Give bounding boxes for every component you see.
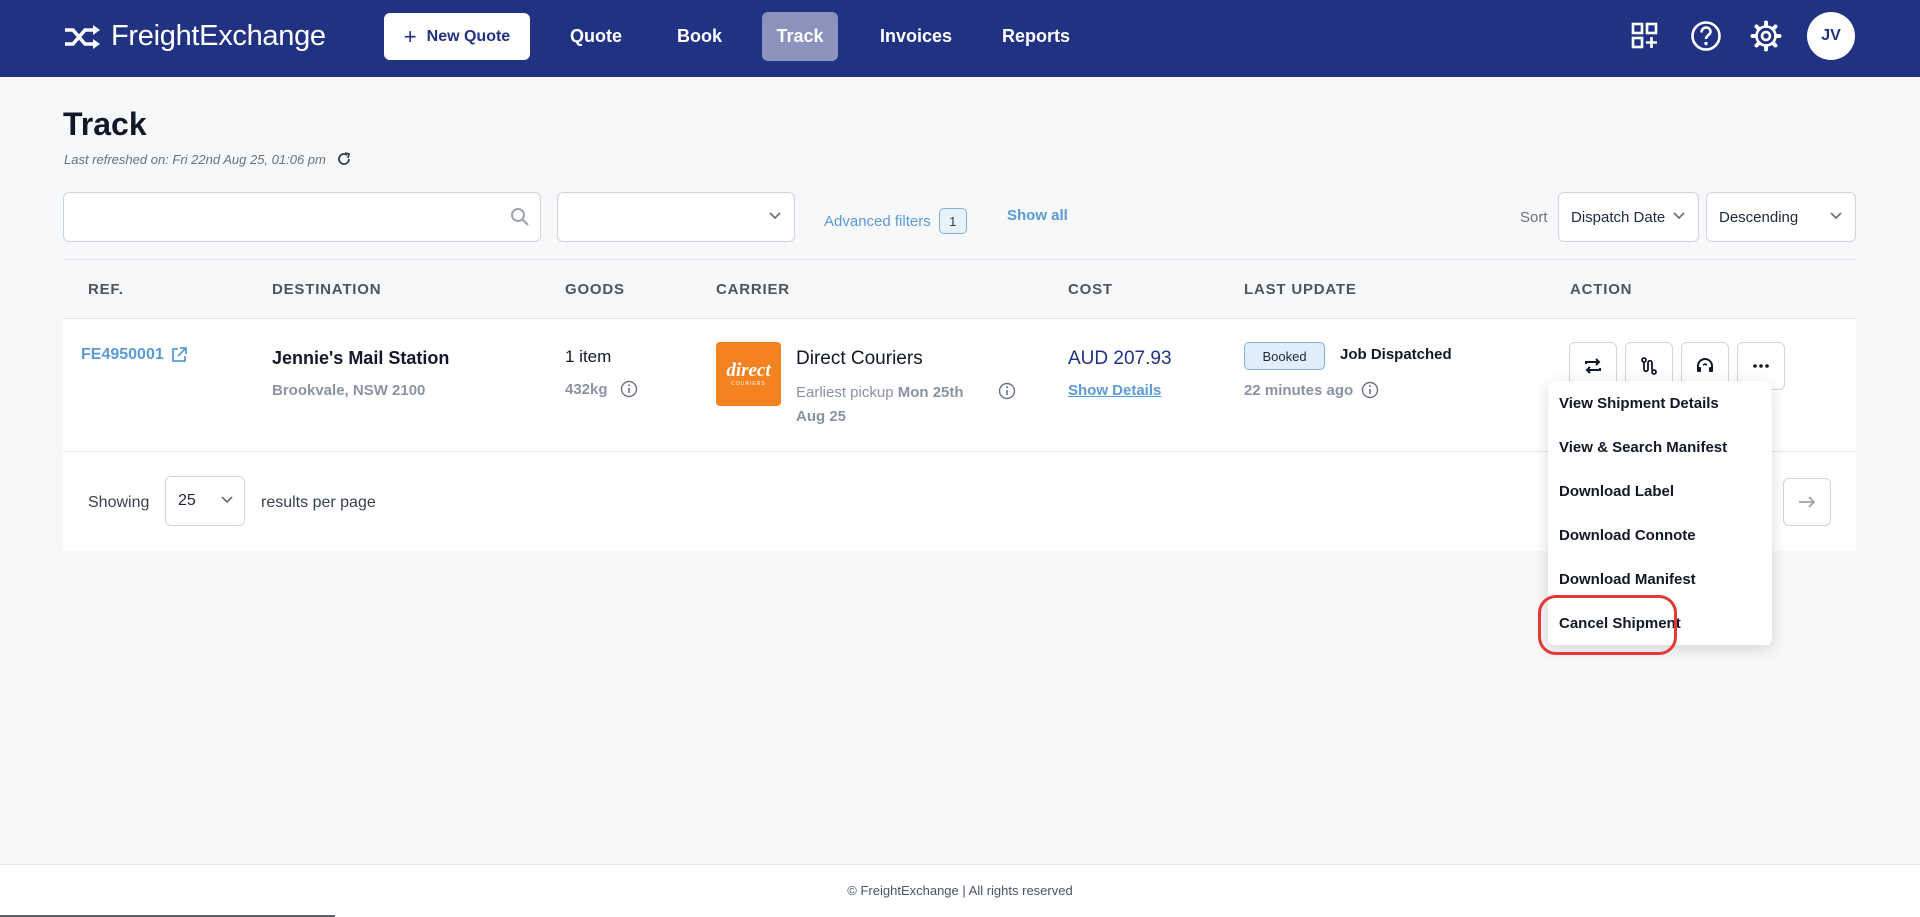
brand-name: FreightExchange (111, 20, 326, 52)
last-refreshed: Last refreshed on: Fri 22nd Aug 25, 01:0… (64, 151, 352, 167)
header-ref: REF. (88, 281, 124, 298)
nav-reports[interactable]: Reports (986, 12, 1086, 61)
brand-logo[interactable]: FreightExchange (63, 20, 326, 53)
search-icon (511, 208, 529, 226)
repeat-icon (1585, 358, 1601, 374)
nav-track[interactable]: Track (762, 12, 838, 61)
goods-weight-value: 432kg (565, 380, 608, 398)
advanced-filters-label: Advanced filters (824, 212, 931, 230)
menu-download-connote[interactable]: Download Connote (1559, 527, 1696, 544)
menu-view-shipment-details[interactable]: View Shipment Details (1559, 395, 1719, 412)
sort-field-value: Dispatch Date (1571, 208, 1665, 226)
menu-download-manifest[interactable]: Download Manifest (1559, 571, 1696, 588)
settings-icon[interactable] (1748, 18, 1784, 54)
top-nav: FreightExchange + New Quote Quote Book T… (0, 0, 1920, 77)
per-page-value: 25 (178, 492, 196, 509)
per-page-select[interactable]: 25 (165, 476, 245, 526)
cost-value: AUD 207.93 (1068, 348, 1172, 369)
carrier-name: Direct Couriers (796, 348, 923, 369)
header-action: ACTION (1570, 281, 1633, 298)
menu-download-label[interactable]: Download Label (1559, 483, 1674, 500)
sort-order-select[interactable]: Descending (1706, 192, 1856, 242)
menu-view-search-manifest[interactable]: View & Search Manifest (1559, 439, 1727, 456)
status-badge: Booked (1244, 342, 1325, 370)
carrier-pickup: Earliest pickup Mon 25th Aug 25 (796, 381, 986, 429)
status-text: Job Dispatched (1340, 346, 1452, 363)
more-icon (1753, 364, 1769, 368)
showing-label: Showing (88, 494, 150, 511)
last-refreshed-text: Last refreshed on: Fri 22nd Aug 25, 01:0… (64, 151, 326, 167)
route-icon (1641, 357, 1657, 375)
page-title: Track (63, 106, 147, 142)
results-per-page-label: results per page (261, 494, 376, 511)
nav-invoices[interactable]: Invoices (864, 12, 968, 61)
advanced-filters-count: 1 (938, 208, 967, 234)
destination-address: Brookvale, NSW 2100 (272, 382, 426, 399)
show-all-link[interactable]: Show all (1007, 207, 1068, 224)
carrier-logo-text: direct (726, 360, 771, 381)
advanced-filters-link[interactable]: Advanced filters 1 (824, 208, 967, 234)
chevron-down-icon (769, 212, 781, 220)
apps-add-icon[interactable] (1627, 18, 1663, 54)
sort-field-select[interactable]: Dispatch Date (1558, 192, 1699, 242)
goods-items: 1 item (565, 347, 612, 366)
search-input[interactable] (63, 192, 541, 242)
footer-copyright: © FreightExchange | All rights reserved (847, 883, 1073, 898)
info-icon[interactable] (1361, 381, 1379, 399)
destination-name: Jennie's Mail Station (272, 348, 450, 368)
carrier-logo: direct COURIERS (716, 342, 781, 406)
header-last-update: LAST UPDATE (1244, 281, 1357, 298)
logo-icon (65, 24, 100, 49)
header-destination: DESTINATION (272, 281, 382, 298)
external-link-icon (171, 347, 187, 362)
info-icon[interactable] (998, 382, 1016, 400)
header-goods: GOODS (565, 281, 625, 298)
header-carrier: CARRIER (716, 281, 790, 298)
user-avatar[interactable]: JV (1807, 12, 1855, 60)
carrier-logo-subtext: COURIERS (731, 381, 766, 387)
arrow-right-icon (1799, 496, 1816, 508)
new-quote-label: New Quote (426, 27, 511, 45)
sort-label: Sort (1520, 209, 1548, 226)
goods-weight: 432kg (565, 380, 638, 398)
chevron-down-icon (1673, 212, 1685, 220)
shipment-ref-link[interactable]: FE4950001 (81, 346, 188, 364)
show-details-link[interactable]: Show Details (1068, 382, 1161, 399)
chevron-down-icon (1830, 212, 1842, 220)
page-footer: © FreightExchange | All rights reserved (0, 864, 1920, 917)
pickup-label: Earliest pickup (796, 384, 894, 401)
chevron-down-icon (221, 496, 233, 504)
refresh-icon[interactable] (336, 151, 352, 167)
support-icon (1697, 358, 1713, 372)
last-update-value: 22 minutes ago (1244, 381, 1354, 399)
next-page-button[interactable] (1783, 478, 1831, 526)
cancel-shipment-highlight (1538, 595, 1677, 655)
table-header: REF. DESTINATION GOODS CARRIER COST LAST… (63, 259, 1856, 319)
filter-select[interactable] (557, 192, 795, 242)
info-icon[interactable] (620, 380, 638, 398)
new-quote-button[interactable]: + New Quote (384, 13, 530, 60)
plus-icon: + (403, 23, 417, 49)
nav-book[interactable]: Book (661, 12, 738, 61)
header-cost: COST (1068, 281, 1113, 298)
sort-order-value: Descending (1719, 208, 1799, 226)
nav-quote[interactable]: Quote (554, 12, 638, 61)
help-icon[interactable] (1688, 18, 1724, 54)
last-update-time: 22 minutes ago (1244, 381, 1379, 399)
shipment-ref: FE4950001 (81, 346, 164, 363)
